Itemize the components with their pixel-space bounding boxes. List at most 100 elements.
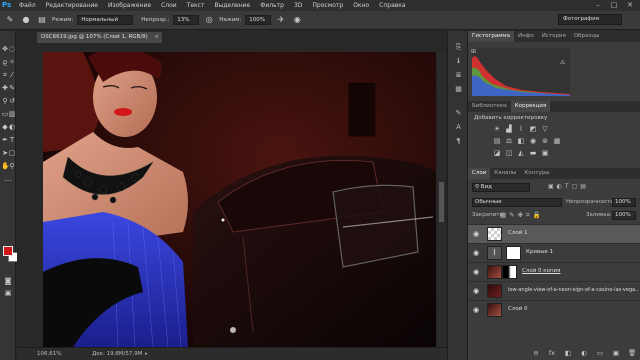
quick-mask-icon[interactable]: ◙	[4, 277, 12, 285]
tab-channels[interactable]: Каналы	[490, 168, 520, 179]
channel-mixer-icon[interactable]: ⊛	[540, 137, 550, 146]
visibility-eye-icon[interactable]: ◉	[472, 230, 480, 238]
zoom-level[interactable]: 106,61%	[37, 348, 61, 360]
layer-style-icon[interactable]: fx	[548, 349, 556, 357]
document-canvas[interactable]	[43, 52, 436, 347]
new-layer-icon[interactable]: ▣	[612, 349, 620, 357]
zoom-tool-icon[interactable]: ⚲	[8, 162, 16, 170]
flow-field[interactable]: 100%	[245, 15, 272, 25]
link-layers-icon[interactable]: ⊖	[532, 349, 540, 357]
threshold-icon[interactable]: ◭	[516, 149, 526, 158]
pressure-size-icon[interactable]: ◉	[291, 14, 303, 26]
menu-file[interactable]: Файл	[14, 0, 41, 11]
opacity-field[interactable]: 13%	[173, 15, 200, 25]
brush-preset-icon[interactable]: ●	[20, 14, 32, 26]
vibrance-icon[interactable]: ▽	[540, 125, 550, 134]
layer-row[interactable]: ◉ low-angle-view-of-a-neon-sign-of-a-cas…	[468, 281, 640, 300]
airbrush-icon[interactable]: ✈	[275, 14, 287, 26]
document-info[interactable]: Док: 19,8M/57,9M	[92, 348, 142, 360]
tab-history[interactable]: История	[538, 31, 570, 42]
shape-tool-icon[interactable]: ▢	[8, 149, 16, 157]
pressure-opacity-icon[interactable]: ◎	[203, 14, 215, 26]
canvas-vertical-scrollbar[interactable]	[438, 52, 445, 347]
cache-warning-icon[interactable]: ⚠	[560, 59, 565, 66]
menu-layers[interactable]: Слои	[156, 0, 182, 11]
lock-icons[interactable]: ▦✎✥⌗🔒	[500, 211, 544, 220]
brush-settings-icon[interactable]: ▤	[36, 14, 48, 26]
menu-select[interactable]: Выделение	[209, 0, 255, 11]
workspace-select[interactable]: Фотография	[558, 14, 622, 25]
scrollbar-thumb[interactable]	[439, 182, 444, 222]
menu-window[interactable]: Окно	[348, 0, 374, 11]
histogram-channel-icon[interactable]: ⊞	[471, 48, 476, 55]
layer-filter-icons[interactable]: ▣◐T▢▤	[548, 183, 589, 190]
exposure-icon[interactable]: ◩	[528, 125, 538, 134]
gradient-map-icon[interactable]: ▬	[528, 149, 538, 158]
visibility-eye-icon[interactable]: ◉	[472, 287, 480, 295]
color-balance-icon[interactable]: ⚖	[504, 137, 514, 146]
document-tab[interactable]: DSC6619.jpg @ 107% (Слой 1, RGB/8) ×	[37, 32, 162, 43]
color-lookup-icon[interactable]: ▦	[552, 137, 562, 146]
marquee-tool-icon[interactable]: ◌	[8, 45, 16, 53]
tab-paths[interactable]: Контуры	[520, 168, 553, 179]
brush-tool-icon[interactable]: ✎	[8, 84, 16, 92]
status-arrow-icon[interactable]: ▸	[145, 348, 148, 360]
invert-icon[interactable]: ◪	[492, 149, 502, 158]
swatches-panel-icon[interactable]: ▦	[454, 85, 463, 94]
brightness-contrast-icon[interactable]: ☀	[492, 125, 502, 134]
posterize-icon[interactable]: ◫	[504, 149, 514, 158]
paragraph-panel-icon[interactable]: ¶	[454, 137, 463, 146]
tab-libraries[interactable]: Библиотеки	[468, 101, 511, 112]
eyedropper-tool-icon[interactable]: ⁄	[8, 71, 16, 79]
screen-mode-icon[interactable]: ▣	[4, 289, 12, 297]
brush-panel-icon[interactable]: ✎	[454, 109, 463, 118]
photo-filter-icon[interactable]: ◉	[528, 137, 538, 146]
tab-adjustments[interactable]: Коррекция	[510, 101, 551, 112]
close-document-icon[interactable]: ×	[154, 32, 159, 43]
brush-tool-icon[interactable]: ✎	[4, 14, 16, 26]
selective-color-icon[interactable]: ▣	[540, 149, 550, 158]
character-panel-icon[interactable]: A	[454, 123, 463, 132]
layer-row[interactable]: ◉ ⌇ Кривые 1	[468, 243, 640, 262]
tab-info[interactable]: Инфо	[514, 31, 538, 42]
gradient-tool-icon[interactable]: ▥	[8, 110, 16, 118]
delete-layer-icon[interactable]: 🗑	[628, 349, 636, 357]
hue-saturation-icon[interactable]: ▤	[492, 137, 502, 146]
fill-field[interactable]: 100%	[612, 211, 636, 220]
menu-3d[interactable]: 3D	[289, 0, 307, 11]
menu-help[interactable]: Справка	[374, 0, 410, 11]
properties-panel-icon[interactable]: ≣	[454, 71, 463, 80]
mode-select[interactable]: Нормальный	[77, 15, 134, 25]
layer-opacity-field[interactable]: 100%	[612, 198, 636, 207]
levels-icon[interactable]: ▟	[504, 125, 514, 134]
visibility-eye-icon[interactable]: ◉	[472, 268, 480, 276]
menu-view[interactable]: Просмотр	[307, 0, 348, 11]
quick-select-tool-icon[interactable]: ✧	[8, 58, 16, 66]
dodge-tool-icon[interactable]: ◐	[8, 123, 16, 131]
black-white-icon[interactable]: ◧	[516, 137, 526, 146]
menu-type[interactable]: Текст	[182, 0, 210, 11]
close-window-button[interactable]: ✕	[622, 0, 638, 11]
tab-layers[interactable]: Слои	[468, 168, 491, 179]
menu-edit[interactable]: Редактирование	[41, 0, 103, 11]
more-tools-icon[interactable]: …	[4, 175, 12, 183]
visibility-eye-icon[interactable]: ◉	[472, 306, 480, 314]
new-group-icon[interactable]: ▭	[596, 349, 604, 357]
maximize-button[interactable]: □	[606, 0, 622, 11]
menu-filter[interactable]: Фильтр	[255, 0, 289, 11]
minimize-button[interactable]: –	[590, 0, 606, 11]
history-brush-tool-icon[interactable]: ↺	[8, 97, 16, 105]
layer-row[interactable]: ◉ Слой 0 копия	[468, 262, 640, 281]
tab-histogram[interactable]: Гистограмма	[468, 31, 514, 42]
tab-swatches[interactable]: Образцы	[570, 31, 604, 42]
blend-mode-select[interactable]: Обычные	[472, 198, 562, 207]
visibility-eye-icon[interactable]: ◉	[472, 249, 480, 257]
menu-image[interactable]: Изображение	[103, 0, 156, 11]
layer-row[interactable]: ◉ Слой 0	[468, 300, 640, 319]
curves-icon[interactable]: ⌇	[516, 125, 526, 134]
foreground-color-swatch[interactable]	[3, 246, 13, 256]
layer-row[interactable]: ◉ Слой 1	[468, 224, 640, 243]
layer-filter-select[interactable]: ⚲ Вид	[472, 183, 530, 192]
info-panel-icon[interactable]: ℹ	[454, 57, 463, 66]
add-mask-icon[interactable]: ◧	[564, 349, 572, 357]
